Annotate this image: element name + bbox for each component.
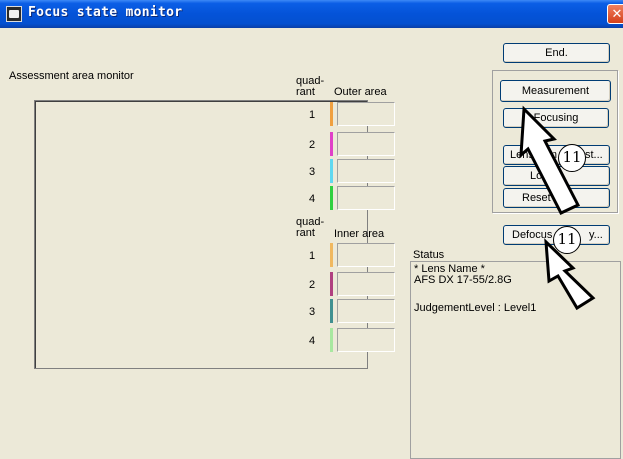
inner-quadrant-number: 1 — [308, 250, 316, 262]
inner-quadrant-color-bar — [330, 272, 333, 296]
status-text-area: * Lens Name * AFS DX 17-55/2.8G Judgemen… — [410, 261, 621, 459]
outer-quadrant-color-bar — [330, 132, 333, 156]
lens-name-list-button[interactable]: LensNam st... — [503, 145, 610, 165]
end-button[interactable]: End. — [503, 43, 610, 63]
inner-quadrant-color-bar — [330, 299, 333, 323]
assessment-area-label: Assessment area monitor — [9, 70, 134, 82]
inner-quadrant-value-box — [337, 328, 395, 352]
measurement-button[interactable]: Measurement — [500, 80, 611, 102]
inner-quadrant-value-box — [337, 243, 395, 267]
outer-quadrant-number: 3 — [308, 166, 316, 178]
inner-area-heading: Inner area — [334, 228, 385, 240]
outer-quadrant-value-box — [337, 159, 395, 183]
outer-quadrant-number: 4 — [308, 193, 316, 205]
quadrant-label-line2: rant — [296, 227, 315, 239]
step-number-badge: 11 — [553, 226, 581, 254]
inner-quadrant-value-box — [337, 272, 395, 296]
quadrant-label-line2: rant — [296, 86, 315, 98]
defocus-button-label: Defocus — [512, 229, 553, 241]
lens-name-button-label-tail: st... — [585, 149, 603, 161]
window-client-area: Assessment area monitor quad- rant Outer… — [0, 28, 623, 459]
step-number-badge: 11 — [558, 144, 586, 172]
outer-quadrant-value-box — [337, 102, 395, 126]
inner-quadrant-number: 3 — [308, 306, 316, 318]
inner-quadrant-value-box — [337, 299, 395, 323]
outer-quadrant-value-box — [337, 132, 395, 156]
close-button[interactable]: ✕ — [607, 4, 623, 24]
outer-quadrant-color-bar — [330, 186, 333, 210]
inner-quadrant-header: quad- rant — [296, 217, 324, 239]
inner-quadrant-number: 4 — [308, 335, 316, 347]
outer-quadrant-number: 1 — [308, 109, 316, 121]
outer-quadrant-value-box — [337, 186, 395, 210]
status-line: JudgementLevel : Level1 — [414, 302, 537, 314]
status-label: Status — [413, 249, 445, 261]
log-button[interactable]: Log — [503, 166, 610, 186]
focusing-button[interactable]: Focusing — [503, 108, 609, 128]
window-title: Focus state monitor — [28, 5, 183, 20]
inner-quadrant-number: 2 — [308, 279, 316, 291]
outer-quadrant-color-bar — [330, 159, 333, 183]
status-line: AFS DX 17-55/2.8G — [414, 274, 512, 286]
inner-quadrant-color-bar — [330, 328, 333, 352]
outer-area-heading: Outer area — [334, 86, 387, 98]
lens-name-button-label: LensNam — [510, 149, 558, 161]
defocus-button-label-tail: y... — [589, 229, 603, 241]
outer-quadrant-color-bar — [330, 102, 333, 126]
inner-quadrant-color-bar — [330, 243, 333, 267]
reset-all-button[interactable]: Reset all I — [503, 188, 610, 208]
outer-quadrant-number: 2 — [308, 139, 316, 151]
outer-quadrant-header: quad- rant — [296, 76, 324, 98]
monitor-icon — [6, 6, 22, 22]
title-bar[interactable]: Focus state monitor ✕ — [0, 0, 623, 28]
